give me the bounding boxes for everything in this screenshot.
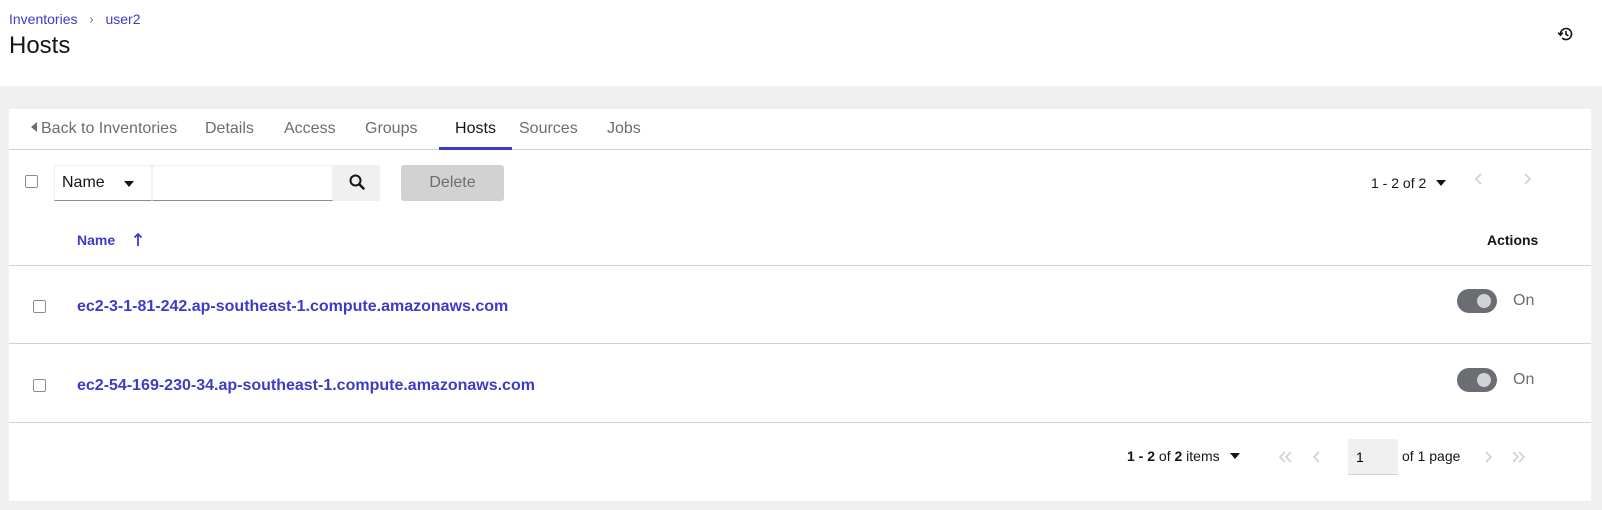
pagination-footer: 1 - 2 of 2 items of 1 page xyxy=(9,422,1591,501)
last-page-button[interactable] xyxy=(1509,450,1527,464)
tab-access[interactable]: Access xyxy=(284,109,336,150)
pagination-total: 2 xyxy=(1174,448,1183,464)
breadcrumb-inventories-link[interactable]: Inventories xyxy=(9,11,77,27)
current-page-input[interactable] xyxy=(1348,439,1398,475)
pagination-of: of xyxy=(1158,448,1171,464)
table-row: ec2-3-1-81-242.ap-southeast-1.compute.am… xyxy=(9,265,1591,343)
chevron-right-icon xyxy=(1485,451,1493,463)
double-chevron-left-icon xyxy=(1278,451,1292,463)
toggle-knob xyxy=(1477,294,1491,308)
tab-jobs[interactable]: Jobs xyxy=(607,109,641,150)
caret-left-icon xyxy=(31,122,37,132)
toggle-knob xyxy=(1477,373,1491,387)
caret-down-icon xyxy=(1436,180,1447,186)
tab-details[interactable]: Details xyxy=(205,109,254,150)
search-button[interactable] xyxy=(333,165,380,201)
column-header-name[interactable]: Name xyxy=(77,232,115,248)
tab-label: Access xyxy=(284,120,336,137)
toggle-label: On xyxy=(1513,292,1535,309)
tab-label: Sources xyxy=(519,120,578,137)
host-link[interactable]: ec2-3-1-81-242.ap-southeast-1.compute.am… xyxy=(77,298,508,316)
pagination-items-word: items xyxy=(1186,448,1220,464)
page-count-label: of 1 page xyxy=(1402,448,1461,464)
history-button[interactable] xyxy=(1556,24,1576,44)
search-icon xyxy=(349,174,365,190)
caret-down-icon xyxy=(124,181,134,187)
sort-button[interactable] xyxy=(132,232,144,248)
breadcrumb-user2-link[interactable]: user2 xyxy=(105,11,140,27)
tab-groups[interactable]: Groups xyxy=(365,109,417,150)
tab-back-to-inventories[interactable]: Back to Inventories xyxy=(31,109,177,150)
delete-button[interactable]: Delete xyxy=(401,165,504,201)
sort-ascending-icon xyxy=(133,232,143,246)
chevron-right-icon xyxy=(1524,173,1532,185)
breadcrumb-separator-icon: › xyxy=(89,11,94,27)
filter-key-select[interactable]: Name xyxy=(54,165,152,201)
history-icon xyxy=(1557,27,1573,41)
previous-page-button[interactable] xyxy=(1310,450,1324,464)
hosts-card: Back to Inventories Details Access Group… xyxy=(9,109,1591,501)
host-enabled-toggle[interactable] xyxy=(1457,289,1497,313)
page-title: Hosts xyxy=(9,32,71,59)
tab-label: Back to Inventories xyxy=(41,120,178,137)
row-checkbox[interactable] xyxy=(33,300,46,313)
chevron-left-icon xyxy=(1312,451,1320,463)
host-enabled-toggle[interactable] xyxy=(1457,368,1497,392)
caret-down-icon xyxy=(1229,453,1240,459)
tab-label: Jobs xyxy=(607,120,641,137)
tab-label: Details xyxy=(205,120,254,137)
breadcrumb: Inventories › user2 xyxy=(9,11,141,27)
tab-hosts[interactable]: Hosts xyxy=(439,109,512,150)
column-header-actions: Actions xyxy=(1487,232,1539,248)
toggle-label: On xyxy=(1513,371,1535,388)
previous-page-button[interactable] xyxy=(1472,172,1486,186)
tab-label: Groups xyxy=(365,120,418,137)
pagination-items-toggle[interactable]: 1 - 2 of 2 items xyxy=(1127,448,1240,464)
table-row: ec2-54-169-230-34.ap-southeast-1.compute… xyxy=(9,343,1591,421)
row-checkbox[interactable] xyxy=(33,379,46,392)
first-page-button[interactable] xyxy=(1277,450,1295,464)
double-chevron-right-icon xyxy=(1512,451,1526,463)
next-page-button[interactable] xyxy=(1520,172,1534,186)
pagination-options-toggle[interactable]: 1 - 2 of 2 xyxy=(1371,175,1447,191)
tab-bar: Back to Inventories Details Access Group… xyxy=(9,109,1591,150)
select-all-checkbox[interactable] xyxy=(25,175,38,188)
pagination-range: 1 - 2 of 2 xyxy=(1371,175,1427,191)
search-input[interactable] xyxy=(152,165,333,201)
tab-sources[interactable]: Sources xyxy=(519,109,578,150)
filter-key-value: Name xyxy=(62,174,105,191)
host-link[interactable]: ec2-54-169-230-34.ap-southeast-1.compute… xyxy=(77,377,535,395)
chevron-left-icon xyxy=(1474,173,1482,185)
page-header: Inventories › user2 Hosts xyxy=(0,0,1602,86)
next-page-button[interactable] xyxy=(1481,450,1495,464)
tab-label: Hosts xyxy=(455,120,496,137)
pagination-range: 1 - 2 xyxy=(1127,448,1156,464)
